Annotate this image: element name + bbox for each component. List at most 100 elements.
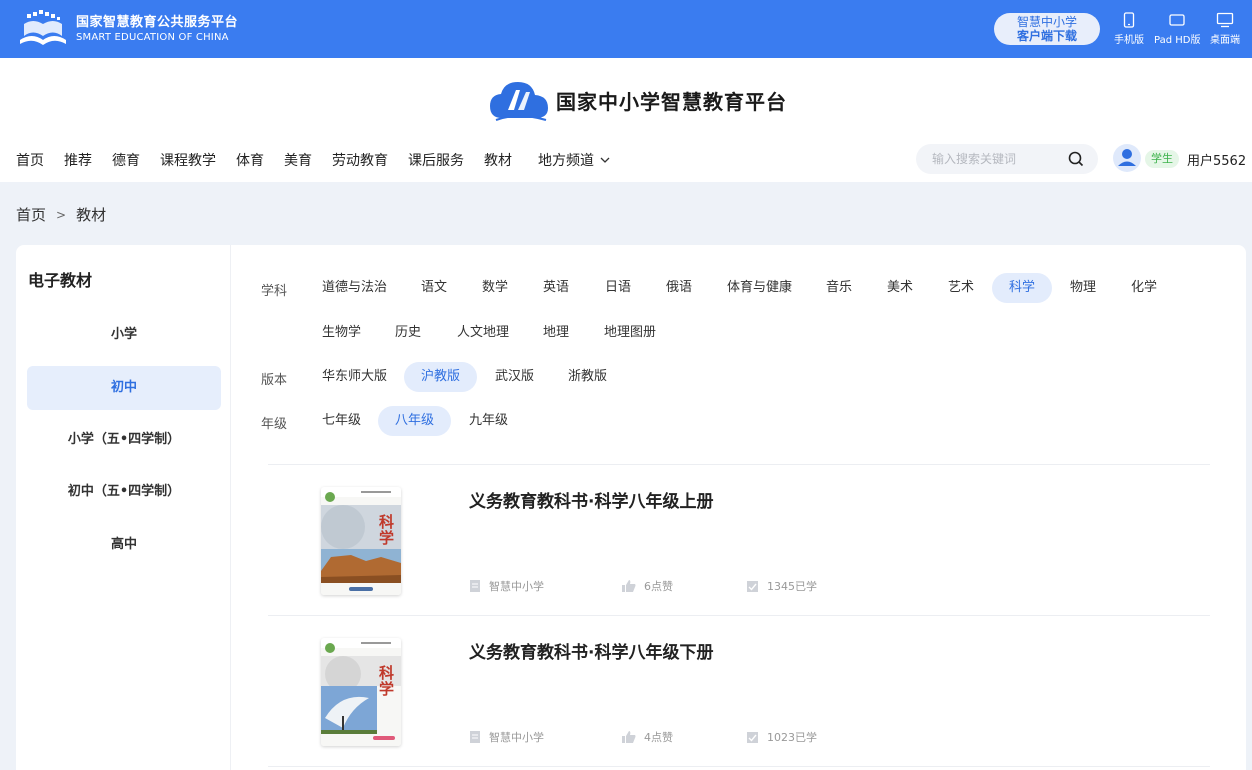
site-logo[interactable]: 国家中小学智慧教育平台 [488, 78, 787, 122]
mobile-version-link[interactable]: 手机版 [1114, 12, 1144, 46]
subject-option[interactable]: 道德与法治 [305, 273, 404, 303]
book-title[interactable]: 义务教育教科书·科学八年级上册 [469, 487, 713, 512]
book-cover-image[interactable]: 科 学 [321, 638, 401, 746]
subject-option[interactable]: 语文 [404, 273, 464, 303]
subject-option[interactable]: 地理 [526, 318, 586, 348]
subject-option[interactable]: 数学 [465, 273, 525, 303]
subject-option[interactable]: 美术 [870, 273, 930, 303]
subject-option[interactable]: 人文地理 [440, 318, 526, 348]
likes-text: 4点赞 [644, 731, 673, 744]
book-card[interactable]: 科 学 义务教育教科书·科学八年级上册 智慧中小学 6点赞 1345已学 [268, 465, 1210, 615]
nav-item-local-channel[interactable]: 地方频道 [538, 150, 611, 170]
book-publisher: 智慧中小学 [469, 578, 544, 594]
book-publisher: 智慧中小学 [469, 729, 544, 745]
book-learners: 1023已学 [746, 729, 817, 745]
publisher-text: 智慧中小学 [489, 580, 544, 593]
subject-option[interactable]: 英语 [526, 273, 586, 303]
book-card[interactable]: 科 学 义务教育教科书·科学八年级下册 智慧中小学 4点赞 1023已学 [268, 616, 1210, 766]
logo-cn-text: 国家智慧教育公共服务平台 [76, 14, 239, 30]
subject-option[interactable]: 生物学 [305, 318, 378, 348]
subject-option[interactable]: 历史 [378, 318, 438, 348]
main-nav: 首页 推荐 德育 课程教学 体育 美育 劳动教育 课后服务 教材 地方频道 [16, 150, 631, 170]
download-line2: 客户端下载 [1016, 29, 1077, 43]
cloud-logo-icon [490, 82, 548, 121]
cover-char: 学 [379, 529, 394, 547]
subject-option[interactable]: 化学 [1114, 273, 1174, 303]
study-icon [747, 580, 758, 592]
likes-text: 6点赞 [644, 580, 673, 593]
breadcrumb-separator: > [56, 207, 67, 222]
nav-item-recommend[interactable]: 推荐 [64, 150, 92, 170]
subject-option[interactable]: 音乐 [809, 273, 869, 303]
sidebar-item-junior[interactable]: 初中 [27, 366, 221, 410]
edition-option[interactable]: 浙教版 [551, 362, 624, 392]
thumbs-up-icon [622, 580, 636, 592]
subject-option-active[interactable]: 科学 [992, 273, 1053, 303]
nav-item-arts[interactable]: 美育 [284, 150, 312, 170]
grade-option-active[interactable]: 八年级 [378, 406, 452, 436]
sidebar-item-senior[interactable]: 高中 [27, 523, 221, 567]
nav-item-textbooks[interactable]: 教材 [484, 150, 512, 170]
document-icon [470, 580, 480, 592]
book-likes: 6点赞 [622, 578, 673, 594]
thumbs-up-icon [622, 731, 636, 743]
grade-option[interactable]: 九年级 [452, 406, 525, 436]
book-title[interactable]: 义务教育教科书·科学八年级下册 [469, 638, 713, 663]
pad-version-link[interactable]: Pad HD版 [1154, 12, 1200, 46]
edition-option[interactable]: 华东师大版 [305, 362, 404, 392]
role-badge: 学生 [1145, 150, 1179, 168]
subject-option[interactable]: 日语 [588, 273, 648, 303]
sidebar-item-primary[interactable]: 小学 [27, 313, 221, 357]
nav-item-courses[interactable]: 课程教学 [160, 150, 216, 170]
nav-item-after-school[interactable]: 课后服务 [408, 150, 464, 170]
main-panel: 电子教材 小学 初中 小学（五•四学制） 初中（五•四学制） 高中 学科 道德与… [16, 245, 1246, 770]
nav-dropdown-label: 地方频道 [538, 153, 594, 169]
platform-logo[interactable]: 国家智慧教育公共服务平台 SMART EDUCATION OF CHINA [16, 10, 238, 48]
device-label: 桌面端 [1210, 35, 1240, 46]
grade-option[interactable]: 七年级 [305, 406, 378, 436]
nav-item-moral[interactable]: 德育 [112, 150, 140, 170]
user-icon [1118, 149, 1136, 166]
learners-text: 1023已学 [767, 731, 817, 744]
subject-option[interactable]: 艺术 [931, 273, 991, 303]
phone-icon [1123, 12, 1135, 28]
book-cover-image[interactable]: 科 学 [321, 487, 401, 595]
grade-label: 年级 [261, 417, 288, 432]
document-icon [470, 731, 480, 743]
subject-option[interactable]: 物理 [1053, 273, 1113, 303]
edition-label: 版本 [261, 373, 288, 388]
subject-option[interactable]: 体育与健康 [710, 273, 809, 303]
avatar[interactable] [1113, 144, 1141, 172]
sidebar-item-junior-54[interactable]: 初中（五•四学制） [27, 470, 221, 514]
client-download-button[interactable]: 智慧中小学 客户端下载 [994, 13, 1100, 45]
desktop-version-link[interactable]: 桌面端 [1210, 12, 1240, 46]
book-learners: 1345已学 [746, 578, 817, 594]
edition-option[interactable]: 武汉版 [478, 362, 551, 392]
site-title: 国家中小学智慧教育平台 [556, 89, 787, 114]
username[interactable]: 用户5562 [1187, 150, 1246, 169]
nav-item-sports[interactable]: 体育 [236, 150, 264, 170]
search-box [916, 144, 1098, 174]
chevron-down-icon [600, 157, 610, 163]
search-input[interactable] [932, 150, 1062, 168]
edition-option-active[interactable]: 沪教版 [404, 362, 478, 392]
download-line1: 智慧中小学 [1016, 15, 1077, 29]
subject-option[interactable]: 地理图册 [587, 318, 673, 348]
subject-option[interactable]: 俄语 [649, 273, 709, 303]
learners-text: 1345已学 [767, 580, 817, 593]
divider [268, 766, 1210, 767]
publisher-text: 智慧中小学 [489, 731, 544, 744]
breadcrumb-home[interactable]: 首页 [16, 204, 46, 225]
search-icon[interactable] [1068, 151, 1084, 167]
sidebar: 电子教材 小学 初中 小学（五•四学制） 初中（五•四学制） 高中 [16, 245, 231, 770]
top-bar: 国家智慧教育公共服务平台 SMART EDUCATION OF CHINA 智慧… [0, 0, 1252, 58]
tablet-icon [1169, 14, 1185, 26]
nav-item-home[interactable]: 首页 [16, 150, 44, 170]
breadcrumb: 首页 > 教材 [16, 204, 106, 225]
book-logo-icon [16, 10, 70, 48]
nav-item-labor[interactable]: 劳动教育 [332, 150, 388, 170]
sidebar-item-primary-54[interactable]: 小学（五•四学制） [27, 418, 221, 462]
breadcrumb-current: 教材 [76, 206, 107, 224]
device-label: 手机版 [1114, 35, 1144, 46]
site-header: 国家中小学智慧教育平台 首页 推荐 德育 课程教学 体育 美育 劳动教育 课后服… [0, 58, 1252, 182]
